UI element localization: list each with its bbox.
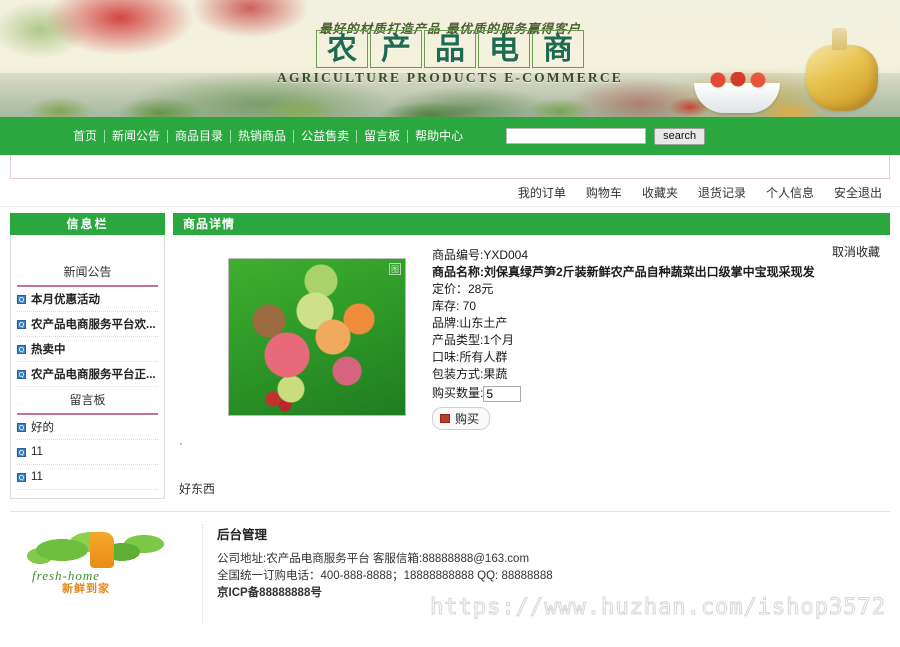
bullet-icon: Q bbox=[17, 447, 26, 457]
sidebar-guestbook-label: 好的 bbox=[31, 422, 54, 434]
bullet-icon: Q bbox=[17, 344, 26, 354]
product-name: 商品名称:刘保真绿芦笋2斤装新鲜农产品自种蔬菜出口级掌中宝现采现发 bbox=[432, 265, 815, 279]
orange-fruit-icon bbox=[90, 532, 114, 568]
product-detail-header: 商品详情 bbox=[173, 213, 890, 235]
footer-address-line: 公司地址:农产品电商服务平台 客服信箱:88888888@163.com bbox=[217, 553, 530, 565]
bullet-icon: Q bbox=[17, 472, 26, 482]
nav-item-news[interactable]: 新闻公告 bbox=[105, 129, 169, 143]
product-id: 商品编号:YXD004 bbox=[432, 248, 529, 262]
cart-icon bbox=[440, 414, 450, 423]
main-navigation: 首页 新闻公告 商品目录 热销商品 公益售卖 留言板 帮助中心 search bbox=[10, 119, 894, 153]
quantity-label: 购买数量: bbox=[432, 386, 484, 400]
sidebar-news-label: 热卖中 bbox=[31, 344, 66, 356]
list-item[interactable]: Q 农产品电商服务平台正... bbox=[17, 362, 158, 387]
logo-text-cn: 新鲜到家 bbox=[62, 583, 110, 595]
product-row: 图 商品编号:YXD004 商品名称:刘保真绿芦笋2斤装新鲜农产品自种蔬菜出口级… bbox=[173, 243, 890, 430]
search-button[interactable]: search bbox=[654, 127, 706, 145]
product-description: 好东西 bbox=[179, 482, 216, 496]
list-item[interactable]: Q 11 bbox=[17, 440, 158, 465]
list-item[interactable]: Q 热卖中 bbox=[17, 337, 158, 362]
usermenu-item-favorites[interactable]: 收藏夹 bbox=[642, 184, 678, 201]
cancel-favorite-link[interactable]: 取消收藏 bbox=[832, 243, 880, 260]
product-bullet-marker: · bbox=[179, 436, 183, 450]
banner-title-char: 农 bbox=[316, 30, 368, 68]
sidebar: 信息栏 新闻公告 Q 本月优惠活动 Q 农产品电商服务平台欢... Q 热卖中 … bbox=[10, 213, 165, 507]
image-badge-icon: 图 bbox=[389, 263, 401, 275]
product-package: 包装方式:果蔬 bbox=[432, 367, 508, 381]
banner-title-char: 产 bbox=[370, 30, 422, 68]
sidebar-guestbook-label: 11 bbox=[31, 471, 43, 483]
footer-icp: 京ICP备88888888号 bbox=[217, 587, 322, 599]
nav-item-charity-sale[interactable]: 公益售卖 bbox=[294, 129, 358, 143]
product-image[interactable]: 图 bbox=[228, 258, 406, 416]
nav-item-guestbook[interactable]: 留言板 bbox=[357, 129, 409, 143]
buy-button-label: 购买 bbox=[455, 412, 480, 426]
sidebar-guestbook-list: Q 好的 Q 11 Q 11 bbox=[17, 415, 158, 490]
banner-subtitle: AGRICULTURE PRODUCTS E-COMMERCE bbox=[277, 70, 623, 85]
sidebar-guestbook-label: 11 bbox=[31, 446, 43, 458]
bullet-icon: Q bbox=[17, 422, 26, 432]
bullet-icon: Q bbox=[17, 294, 26, 304]
site-footer: fresh-home 新鲜到家 后台管理 公司地址:农产品电商服务平台 客服信箱… bbox=[0, 512, 900, 624]
footer-phone-line: 全国统一订购电话：400-888-8888；18888888888 QQ: 88… bbox=[217, 570, 553, 582]
usermenu-item-returns[interactable]: 退货记录 bbox=[698, 184, 746, 201]
bullet-icon: Q bbox=[17, 319, 26, 329]
sidebar-news-label: 本月优惠活动 bbox=[31, 294, 100, 306]
list-item[interactable]: Q 本月优惠活动 bbox=[17, 287, 158, 312]
nav-item-help-center[interactable]: 帮助中心 bbox=[408, 129, 470, 143]
product-price: 定价：28元 bbox=[432, 282, 494, 296]
nav-item-catalog[interactable]: 商品目录 bbox=[168, 129, 232, 143]
sidebar-top-spacer bbox=[17, 245, 158, 259]
product-detail-body: 取消收藏 图 商品编号:YXD004 商品名称:刘保真绿芦笋2斤装新鲜农产品自种… bbox=[173, 235, 890, 497]
bullet-icon: Q bbox=[17, 369, 26, 379]
footer-logo: fresh-home 新鲜到家 bbox=[16, 524, 176, 596]
quantity-input[interactable] bbox=[483, 385, 522, 402]
product-taste: 口味:所有人群 bbox=[432, 350, 508, 364]
buy-button[interactable]: 购买 bbox=[432, 407, 491, 430]
sidebar-section-title-guestbook: 留言板 bbox=[17, 387, 158, 415]
product-brand: 品牌:山东土产 bbox=[432, 316, 508, 330]
sidebar-section-title-news: 新闻公告 bbox=[17, 259, 158, 287]
usermenu-item-logout[interactable]: 安全退出 bbox=[834, 184, 882, 201]
banner-title-char: 商 bbox=[532, 30, 584, 68]
sidebar-header: 信息栏 bbox=[10, 213, 165, 235]
banner-title-char: 电 bbox=[478, 30, 530, 68]
product-type: 产品类型:1个月 bbox=[432, 333, 515, 347]
quantity-row: 购买数量: bbox=[432, 385, 832, 402]
banner-title-char: 品 bbox=[424, 30, 476, 68]
product-stock: 库存: 70 bbox=[432, 299, 477, 313]
sidebar-news-label: 农产品电商服务平台正... bbox=[31, 369, 156, 381]
footer-info: 后台管理 公司地址:农产品电商服务平台 客服信箱:88888888@163.co… bbox=[202, 524, 553, 624]
site-banner: 最好的材质打造产品 最优质的服务赢得客户 农产品电商 AGRICULTURE P… bbox=[0, 0, 900, 117]
nav-item-hot-products[interactable]: 热销商品 bbox=[231, 129, 295, 143]
main-navigation-bar: 首页 新闻公告 商品目录 热销商品 公益售卖 留言板 帮助中心 search bbox=[0, 117, 900, 155]
sidebar-news-list: Q 本月优惠活动 Q 农产品电商服务平台欢... Q 热卖中 Q 农产品电商服务… bbox=[17, 287, 158, 387]
list-item[interactable]: Q 好的 bbox=[17, 415, 158, 440]
search-input[interactable] bbox=[506, 128, 647, 144]
nav-item-home[interactable]: 首页 bbox=[66, 129, 106, 143]
main-content-area: 信息栏 新闻公告 Q 本月优惠活动 Q 农产品电商服务平台欢... Q 热卖中 … bbox=[0, 207, 900, 507]
product-detail-panel: 商品详情 取消收藏 图 商品编号:YXD004 商品名称:刘保真绿芦笋2斤装新鲜… bbox=[173, 213, 890, 507]
user-menu: 我的订单 购物车 收藏夹 退货记录 个人信息 安全退出 bbox=[0, 179, 900, 207]
banner-title: 农产品电商 bbox=[0, 30, 900, 68]
nav-sub-bar bbox=[10, 155, 890, 179]
usermenu-item-cart[interactable]: 购物车 bbox=[586, 184, 622, 201]
usermenu-item-my-orders[interactable]: 我的订单 bbox=[518, 184, 566, 201]
sidebar-body: 新闻公告 Q 本月优惠活动 Q 农产品电商服务平台欢... Q 热卖中 Q 农产… bbox=[10, 235, 165, 499]
product-info: 商品编号:YXD004 商品名称:刘保真绿芦笋2斤装新鲜农产品自种蔬菜出口级掌中… bbox=[432, 243, 832, 430]
admin-link[interactable]: 后台管理 bbox=[217, 524, 553, 543]
sidebar-news-label: 农产品电商服务平台欢... bbox=[31, 319, 156, 331]
list-item[interactable]: Q 11 bbox=[17, 465, 158, 490]
usermenu-item-profile[interactable]: 个人信息 bbox=[766, 184, 814, 201]
list-item[interactable]: Q 农产品电商服务平台欢... bbox=[17, 312, 158, 337]
